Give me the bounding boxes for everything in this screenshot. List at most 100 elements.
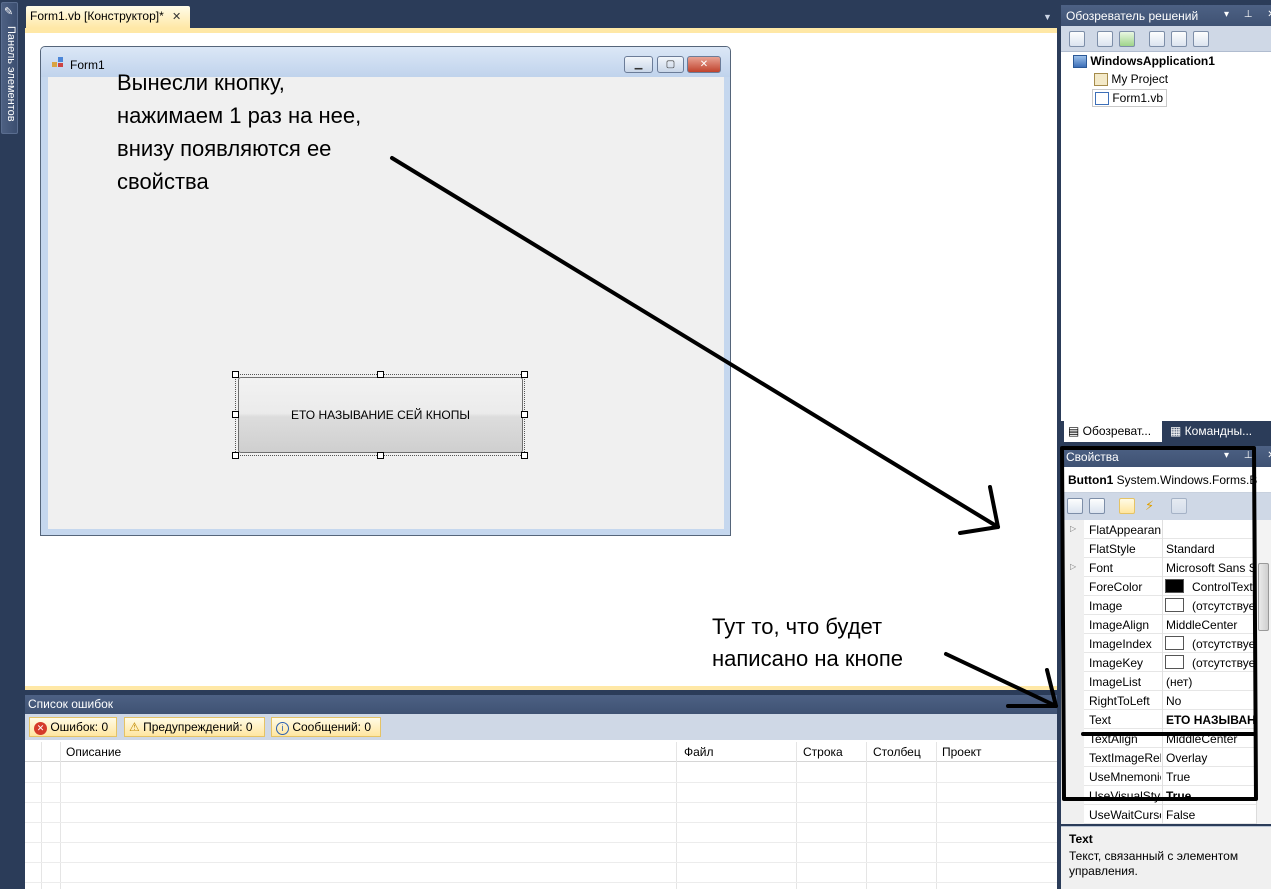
- property-separator: [1162, 653, 1163, 672]
- property-row[interactable]: RightToLeft No: [1061, 691, 1256, 710]
- property-value[interactable]: (отсутствует): [1192, 599, 1256, 613]
- property-row[interactable]: ▷ FlatAppearance: [1061, 520, 1256, 539]
- events-icon[interactable]: ⚡: [1145, 498, 1154, 514]
- resize-handle-se[interactable]: [521, 452, 528, 459]
- property-value[interactable]: True: [1166, 770, 1256, 784]
- messages-filter-button[interactable]: i Сообщений: 0: [271, 717, 381, 737]
- object-name: Button1: [1068, 473, 1114, 487]
- property-gutter: [1061, 596, 1084, 615]
- refresh-icon[interactable]: [1119, 31, 1135, 47]
- tree-item-label: Form1.vb: [1112, 91, 1164, 105]
- tree-item-form1[interactable]: Form1.vb: [1092, 89, 1168, 108]
- column-file[interactable]: Файл: [684, 745, 714, 759]
- form-file-icon: [1095, 92, 1109, 106]
- maximize-button[interactable]: ▢: [657, 56, 684, 73]
- property-value[interactable]: MiddleCenter: [1166, 732, 1256, 746]
- property-value[interactable]: Microsoft Sans S: [1166, 561, 1256, 575]
- categorized-icon[interactable]: [1067, 498, 1083, 514]
- warning-icon: ⚠: [129, 720, 140, 734]
- property-row[interactable]: ImageList (нет): [1061, 672, 1256, 691]
- property-name: UseWaitCursor: [1089, 808, 1161, 822]
- tab-list-dropdown-icon[interactable]: ▼: [1043, 12, 1052, 22]
- tab-label: Обозреват...: [1082, 424, 1152, 438]
- property-row[interactable]: TextAlign MiddleCenter: [1061, 729, 1256, 748]
- class-view-icon[interactable]: [1193, 31, 1209, 47]
- property-value[interactable]: (отсутствует): [1192, 656, 1256, 670]
- property-row[interactable]: Image (отсутствует): [1061, 596, 1256, 615]
- tab-solution-explorer[interactable]: ▤ Обозреват...: [1064, 421, 1162, 442]
- close-button[interactable]: ✕: [687, 56, 721, 73]
- tab-close-icon[interactable]: ✕: [172, 10, 181, 23]
- property-value[interactable]: Standard: [1166, 542, 1256, 556]
- view-designer-icon[interactable]: [1171, 31, 1187, 47]
- scrollbar-thumb[interactable]: [1258, 563, 1269, 631]
- property-row[interactable]: Text ЕТО НАЗЫВАН: [1061, 710, 1256, 729]
- property-value[interactable]: True: [1166, 789, 1256, 803]
- property-separator: [1162, 634, 1163, 653]
- resize-handle-sw[interactable]: [232, 452, 239, 459]
- tab-label: Командны...: [1184, 424, 1253, 438]
- tree-item-project[interactable]: WindowsApplication1: [1073, 54, 1215, 69]
- grid-row-line: [25, 802, 1057, 803]
- property-row[interactable]: UseWaitCursor False: [1061, 805, 1256, 824]
- warnings-filter-button[interactable]: ⚠ Предупреждений: 0: [124, 717, 265, 737]
- column-line[interactable]: Строка: [803, 745, 843, 759]
- column-description[interactable]: Описание: [66, 745, 121, 759]
- show-all-files-icon[interactable]: [1097, 31, 1113, 47]
- button1[interactable]: ЕТО НАЗЫВАНИЕ СЕЙ КНОПЫ: [238, 377, 523, 453]
- resize-handle-nw[interactable]: [232, 371, 239, 378]
- property-value[interactable]: False: [1166, 808, 1256, 822]
- property-row[interactable]: ImageKey (отсутствует): [1061, 653, 1256, 672]
- alphabetical-icon[interactable]: [1089, 498, 1105, 514]
- properties-view-icon[interactable]: [1119, 498, 1135, 514]
- column-column[interactable]: Столбец: [873, 745, 921, 759]
- property-separator: [1162, 596, 1163, 615]
- property-value[interactable]: ЕТО НАЗЫВАН: [1166, 713, 1256, 727]
- tab-team-explorer[interactable]: ▦ Командны...: [1166, 421, 1271, 442]
- annotation-line: Вынесли кнопку,: [117, 70, 285, 95]
- property-row[interactable]: ImageIndex (отсутствует): [1061, 634, 1256, 653]
- property-value[interactable]: MiddleCenter: [1166, 618, 1256, 632]
- resize-handle-s[interactable]: [377, 452, 384, 459]
- property-row[interactable]: UseVisualStyle True: [1061, 786, 1256, 805]
- tab-form1-designer[interactable]: Form1.vb [Конструктор]*: [26, 6, 190, 28]
- resize-handle-ne[interactable]: [521, 371, 528, 378]
- view-code-icon[interactable]: [1149, 31, 1165, 47]
- property-value[interactable]: No: [1166, 694, 1256, 708]
- resize-handle-w[interactable]: [232, 411, 239, 418]
- designer-bottom-border: [25, 686, 1057, 690]
- panel-pin-icons[interactable]: ▾ ⊥ ✕: [1224, 9, 1271, 20]
- errors-filter-button[interactable]: ✕ Ошибок: 0: [29, 717, 117, 737]
- property-value[interactable]: ControlText: [1192, 580, 1256, 594]
- properties-header[interactable]: Свойства ▾ ⊥ ✕: [1061, 446, 1271, 467]
- property-separator: [1162, 672, 1163, 691]
- column-project[interactable]: Проект: [942, 745, 982, 759]
- panel-pin-icons[interactable]: ▾ ⊥ ✕: [1224, 450, 1271, 461]
- property-value[interactable]: (отсутствует): [1192, 637, 1256, 651]
- property-row[interactable]: FlatStyle Standard: [1061, 539, 1256, 558]
- property-separator: [1162, 805, 1163, 824]
- property-separator: [1162, 691, 1163, 710]
- minimize-button[interactable]: ▁: [624, 56, 653, 73]
- property-row[interactable]: ▷ Font Microsoft Sans S: [1061, 558, 1256, 577]
- property-row[interactable]: ImageAlign MiddleCenter: [1061, 615, 1256, 634]
- solution-explorer-header[interactable]: Обозреватель решений ▾ ⊥ ✕: [1061, 5, 1271, 26]
- expand-icon[interactable]: ▷: [1061, 558, 1084, 577]
- solution-explorer-toolbar: [1061, 26, 1271, 52]
- grid-divider: [41, 742, 42, 889]
- property-row[interactable]: ForeColor ControlText: [1061, 577, 1256, 596]
- property-value[interactable]: Overlay: [1166, 751, 1256, 765]
- toolbox-tab[interactable]: ✎ Панель элементов: [1, 2, 18, 134]
- resize-handle-n[interactable]: [377, 371, 384, 378]
- property-row[interactable]: UseMnemonic True: [1061, 767, 1256, 786]
- property-value[interactable]: (нет): [1166, 675, 1256, 689]
- object-selector[interactable]: Button1 System.Windows.Forms.B: [1061, 467, 1271, 493]
- resize-handle-e[interactable]: [521, 411, 528, 418]
- error-list-header[interactable]: Список ошибок: [25, 695, 1057, 714]
- property-row[interactable]: TextImageRel Overlay: [1061, 748, 1256, 767]
- tree-item-my-project[interactable]: My Project: [1094, 72, 1168, 87]
- error-list-grid: [25, 740, 1057, 889]
- expand-icon[interactable]: ▷: [1061, 520, 1084, 539]
- properties-icon[interactable]: [1069, 31, 1085, 47]
- property-pages-icon[interactable]: [1171, 498, 1187, 514]
